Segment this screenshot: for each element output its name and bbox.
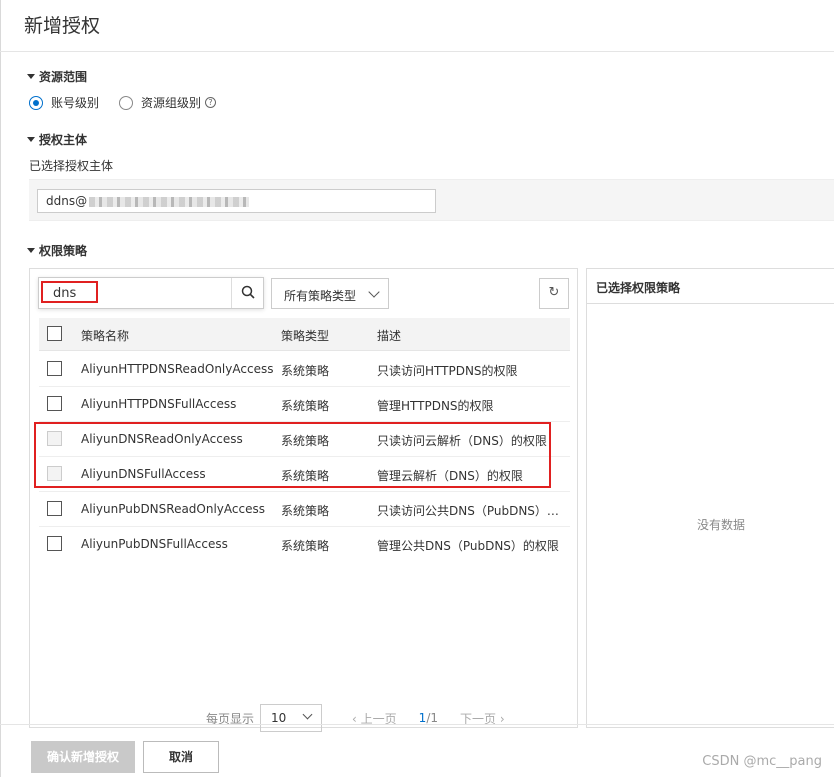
table-row[interactable]: AliyunHTTPDNSFullAccess 系统策略 管理HTTPDNS的权… — [39, 387, 570, 422]
radio-resource-group-level-label[interactable]: 资源组级别 — [141, 94, 201, 111]
policy-desc: 管理公共DNS（PubDNS）的权限 — [377, 539, 559, 553]
policy-list-panel: dns 所有策略类型 ↻ 策略名称 策略类型 描述 AliyunHTTPDNSR… — [29, 268, 578, 732]
dialog-footer: 确认新增授权 取消 CSDN @mc__pang — [0, 724, 834, 777]
selected-policy-heading: 已选择权限策略 — [587, 269, 834, 304]
resource-scope-heading: 资源范围 — [39, 70, 88, 84]
confirm-button[interactable]: 确认新增授权 — [31, 741, 135, 773]
chevron-down-icon — [302, 709, 313, 720]
column-header-name: 策略名称 — [81, 329, 130, 343]
policy-desc: 管理HTTPDNS的权限 — [377, 399, 494, 413]
policy-name: AliyunHTTPDNSFullAccess — [81, 397, 237, 411]
question-circle-icon[interactable]: ? — [205, 97, 217, 108]
policy-type: 系统策略 — [281, 364, 330, 378]
selected-principal-label: 已选择授权主体 — [29, 159, 114, 173]
page-indicator: 1/1 — [419, 711, 438, 725]
table-row[interactable]: AliyunPubDNSReadOnlyAccess 系统策略 只读访问公共DN… — [39, 492, 570, 527]
dns-rows-highlight-box — [34, 422, 551, 488]
principal-input[interactable]: ddns@ — [37, 189, 436, 213]
resource-scope-radio-group: 账号级别 资源组级别 ? — [29, 94, 217, 111]
caret-down-icon — [27, 74, 35, 79]
policy-name: AliyunHTTPDNSReadOnlyAccess — [81, 362, 274, 376]
dialog-header: 新增授权 — [0, 0, 834, 52]
policy-type: 系统策略 — [281, 504, 330, 518]
empty-state-text: 没有数据 — [697, 518, 746, 532]
policy-section-toggle[interactable]: 权限策略 — [27, 242, 87, 259]
policy-type: 系统策略 — [281, 399, 330, 413]
policy-name: AliyunPubDNSFullAccess — [81, 537, 228, 551]
row-checkbox[interactable] — [47, 361, 62, 376]
chevron-down-icon — [368, 286, 380, 298]
row-checkbox[interactable] — [47, 536, 62, 551]
policy-desc: 只读访问公共DNS（PubDNS）… — [377, 504, 559, 518]
caret-down-icon — [27, 137, 35, 142]
search-divider — [231, 278, 232, 308]
radio-account-level[interactable] — [29, 95, 43, 110]
resource-scope-section-toggle[interactable]: 资源范围 — [27, 68, 87, 85]
principal-heading: 授权主体 — [39, 133, 88, 147]
policy-type-select-value: 所有策略类型 — [284, 289, 357, 303]
refresh-icon[interactable]: ↻ — [539, 278, 569, 309]
table-row[interactable]: AliyunHTTPDNSReadOnlyAccess 系统策略 只读访问HTT… — [39, 352, 570, 387]
selected-policy-panel: 已选择权限策略 没有数据 — [586, 268, 834, 728]
page-size-value: 10 — [271, 711, 287, 725]
dialog-title: 新增授权 — [24, 15, 101, 37]
redacted-text — [89, 196, 250, 207]
policy-type-select[interactable]: 所有策略类型 — [271, 278, 389, 309]
cancel-button[interactable]: 取消 — [143, 741, 219, 773]
caret-down-icon — [27, 248, 35, 253]
principal-box: ddns@ — [29, 179, 834, 221]
row-checkbox[interactable] — [47, 396, 62, 411]
radio-resource-group-level[interactable] — [119, 95, 134, 110]
total-pages: /1 — [426, 711, 438, 725]
window-edge — [0, 0, 1, 777]
policy-heading: 权限策略 — [39, 244, 88, 258]
policy-desc: 只读访问HTTPDNS的权限 — [377, 364, 518, 378]
policy-name: AliyunPubDNSReadOnlyAccess — [81, 502, 265, 516]
policy-type: 系统策略 — [281, 539, 330, 553]
row-checkbox[interactable] — [47, 501, 62, 516]
search-highlight-box — [41, 281, 98, 303]
select-all-checkbox[interactable] — [47, 326, 62, 341]
principal-value: ddns@ — [46, 194, 88, 208]
table-header: 策略名称 策略类型 描述 — [39, 318, 570, 351]
column-header-type: 策略类型 — [281, 329, 330, 343]
principal-section-toggle[interactable]: 授权主体 — [27, 131, 87, 148]
table-row[interactable]: AliyunPubDNSFullAccess 系统策略 管理公共DNS（PubD… — [39, 527, 570, 562]
column-header-desc: 描述 — [377, 329, 402, 343]
search-icon[interactable] — [241, 285, 255, 299]
radio-account-level-label[interactable]: 账号级别 — [51, 94, 99, 111]
watermark: CSDN @mc__pang — [702, 754, 822, 769]
